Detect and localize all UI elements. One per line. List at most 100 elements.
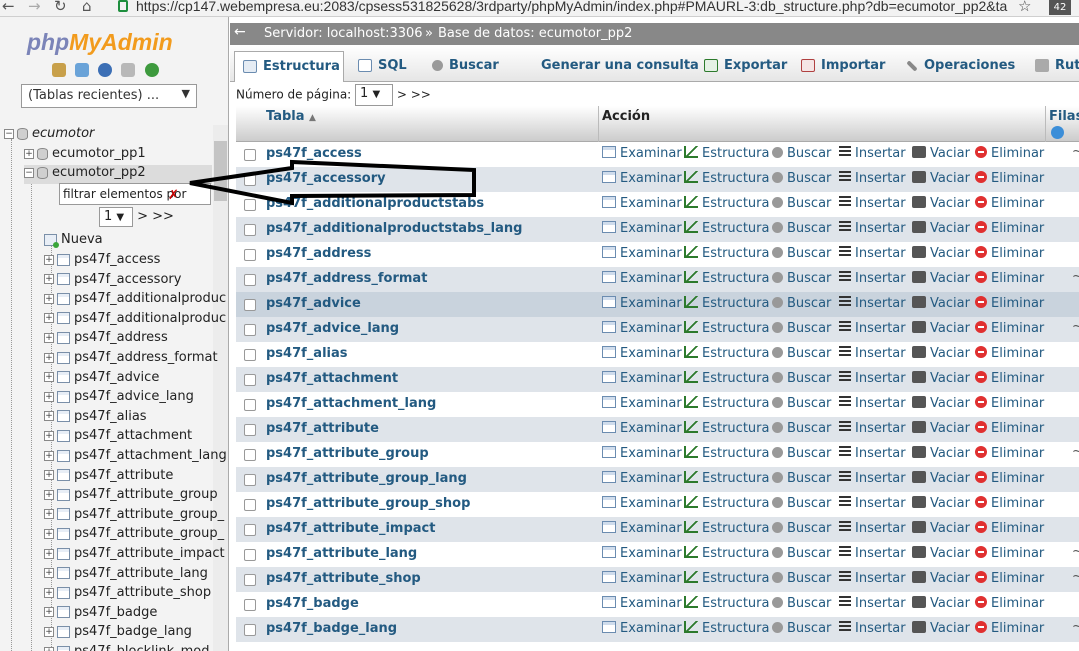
search-action[interactable]: Buscar — [772, 546, 831, 561]
expand-icon[interactable]: + — [44, 391, 54, 402]
tree-node-ecumotor-pp1[interactable]: + ecumotor_pp1 — [24, 146, 146, 165]
tree-node-table[interactable]: +ps47f_blocklink_mod — [44, 644, 210, 651]
table-name-link[interactable]: ps47f_access — [266, 146, 362, 161]
search-action[interactable]: Buscar — [772, 521, 831, 536]
tree-node-ecumotor[interactable]: − ecumotor — [4, 126, 94, 145]
drop-action[interactable]: Eliminar — [975, 371, 1044, 386]
expand-icon[interactable]: + — [44, 646, 54, 651]
browse-action[interactable]: Examinar — [602, 296, 682, 311]
drop-action[interactable]: Eliminar — [975, 321, 1044, 336]
table-name-link[interactable]: ps47f_additionalproductstabs_lang — [266, 221, 522, 236]
help-icon[interactable] — [1051, 126, 1064, 139]
table-row[interactable]: ps47f_advice Examinar Estructura Buscar Inse… — [236, 292, 1079, 317]
drop-action[interactable]: Eliminar — [975, 296, 1044, 311]
expand-icon[interactable]: + — [44, 587, 54, 598]
browse-action[interactable]: Examinar — [602, 446, 682, 461]
empty-action[interactable]: Vaciar — [912, 296, 970, 311]
table-name-link[interactable]: ps47f_alias — [266, 346, 348, 361]
row-checkbox[interactable] — [244, 324, 256, 336]
empty-action[interactable]: Vaciar — [912, 621, 970, 636]
empty-action[interactable]: Vaciar — [912, 221, 970, 236]
search-action[interactable]: Buscar — [772, 271, 831, 286]
filter-tables-input[interactable]: filtrar elementos por — [59, 183, 211, 205]
empty-action[interactable]: Vaciar — [912, 521, 970, 536]
drop-action[interactable]: Eliminar — [975, 346, 1044, 361]
structure-action[interactable]: Estructura — [684, 546, 769, 561]
empty-action[interactable]: Vaciar — [912, 321, 970, 336]
browse-action[interactable]: Examinar — [602, 546, 682, 561]
structure-action[interactable]: Estructura — [684, 371, 769, 386]
structure-action[interactable]: Estructura — [684, 221, 769, 236]
table-row[interactable]: ps47f_address Examinar Estructura Buscar Ins… — [236, 242, 1079, 267]
browse-action[interactable]: Examinar — [602, 496, 682, 511]
structure-action[interactable]: Estructura — [684, 471, 769, 486]
expand-icon[interactable]: + — [44, 548, 54, 559]
tree-node-table[interactable]: + ps47f_attribute_impact — [44, 546, 225, 565]
tree-node-table[interactable]: + ps47f_address — [44, 330, 168, 349]
browse-action[interactable]: Examinar — [602, 621, 682, 636]
structure-action[interactable]: Estructura — [684, 421, 769, 436]
structure-action[interactable]: Estructura — [684, 496, 769, 511]
browse-action[interactable]: Examinar — [602, 471, 682, 486]
row-checkbox[interactable] — [244, 399, 256, 411]
browse-action[interactable]: Examinar — [602, 321, 682, 336]
row-checkbox[interactable] — [244, 149, 256, 161]
search-action[interactable]: Buscar — [772, 496, 831, 511]
tree-node-ecumotor-pp2[interactable]: − ecumotor_pp2 — [24, 165, 212, 184]
search-action[interactable]: Buscar — [772, 471, 831, 486]
table-row[interactable]: ps47f_attribute_group_shop Examinar Estruc… — [236, 492, 1079, 517]
search-action[interactable]: Buscar — [772, 571, 831, 586]
table-name-link[interactable]: ps47f_attachment_lang — [266, 396, 436, 411]
structure-action[interactable]: Estructura — [684, 521, 769, 536]
tree-page-select[interactable]: 1 ▼ — [99, 207, 133, 227]
table-row[interactable]: ps47f_badge Examinar Estructura Buscar Inser… — [236, 592, 1079, 617]
expand-icon[interactable]: + — [44, 293, 54, 304]
home-icon[interactable]: ⌂ — [82, 0, 92, 15]
tree-node-table[interactable]: + ps47f_additionalproduc — [44, 311, 226, 330]
table-name-link[interactable]: ps47f_attribute — [266, 421, 379, 436]
table-name-link[interactable]: ps47f_attribute_group — [266, 446, 429, 461]
tree-node-table[interactable]: + ps47f_attribute_group — [44, 487, 218, 506]
tab-importar[interactable]: Importar — [801, 51, 885, 82]
structure-action[interactable]: Estructura — [684, 271, 769, 286]
tree-node-table[interactable]: + ps47f_accessory — [44, 272, 181, 291]
structure-action[interactable]: Estructura — [684, 321, 769, 336]
insert-action[interactable]: Insertar — [839, 171, 906, 186]
empty-action[interactable]: Vaciar — [912, 546, 970, 561]
reload-navigation-icon[interactable] — [144, 63, 159, 77]
table-row[interactable]: ps47f_advice_lang Examinar Estructura Busca… — [236, 317, 1079, 342]
tab-sql[interactable]: SQL — [358, 51, 407, 82]
table-name-link[interactable]: ps47f_attribute_group_shop — [266, 496, 470, 511]
drop-action[interactable]: Eliminar — [975, 621, 1044, 636]
back-arrow-icon[interactable]: ← — [2, 0, 15, 15]
tree-node-table[interactable]: + ps47f_advice — [44, 370, 159, 389]
row-checkbox[interactable] — [244, 224, 256, 236]
insert-action[interactable]: Insertar — [839, 371, 906, 386]
table-row[interactable]: ps47f_attribute_impact Examinar Estructura… — [236, 517, 1079, 542]
bookmark-star-icon[interactable]: ☆ — [1018, 0, 1031, 15]
table-name-link[interactable]: ps47f_attachment — [266, 371, 398, 386]
table-name-link[interactable]: ps47f_badge_lang — [266, 621, 397, 636]
browse-action[interactable]: Examinar — [602, 571, 682, 586]
empty-action[interactable]: Vaciar — [912, 346, 970, 361]
insert-action[interactable]: Insertar — [839, 571, 906, 586]
expand-icon[interactable]: + — [44, 568, 54, 579]
browse-action[interactable]: Examinar — [602, 421, 682, 436]
tree-node-table[interactable]: + ps47f_attribute_group_ — [44, 526, 224, 545]
row-checkbox[interactable] — [244, 274, 256, 286]
table-name-link[interactable]: ps47f_accessory — [266, 171, 386, 186]
tree-node-table[interactable]: + ps47f_additionalproduc — [44, 291, 226, 310]
table-name-link[interactable]: ps47f_advice — [266, 296, 361, 311]
row-checkbox[interactable] — [244, 474, 256, 486]
tab-generar-consulta[interactable]: Generar una consulta — [527, 51, 699, 82]
drop-action[interactable]: Eliminar — [975, 521, 1044, 536]
insert-action[interactable]: Insertar — [839, 246, 906, 261]
clear-filter-icon[interactable]: ✗ — [168, 188, 179, 203]
structure-action[interactable]: Estructura — [684, 346, 769, 361]
row-checkbox[interactable] — [244, 499, 256, 511]
expand-icon[interactable]: + — [44, 254, 54, 265]
tree-node-table[interactable]: + ps47f_attribute_shop — [44, 585, 211, 604]
browse-action[interactable]: Examinar — [602, 221, 682, 236]
insert-action[interactable]: Insertar — [839, 296, 906, 311]
extension-badge[interactable]: 42 — [1049, 0, 1071, 15]
